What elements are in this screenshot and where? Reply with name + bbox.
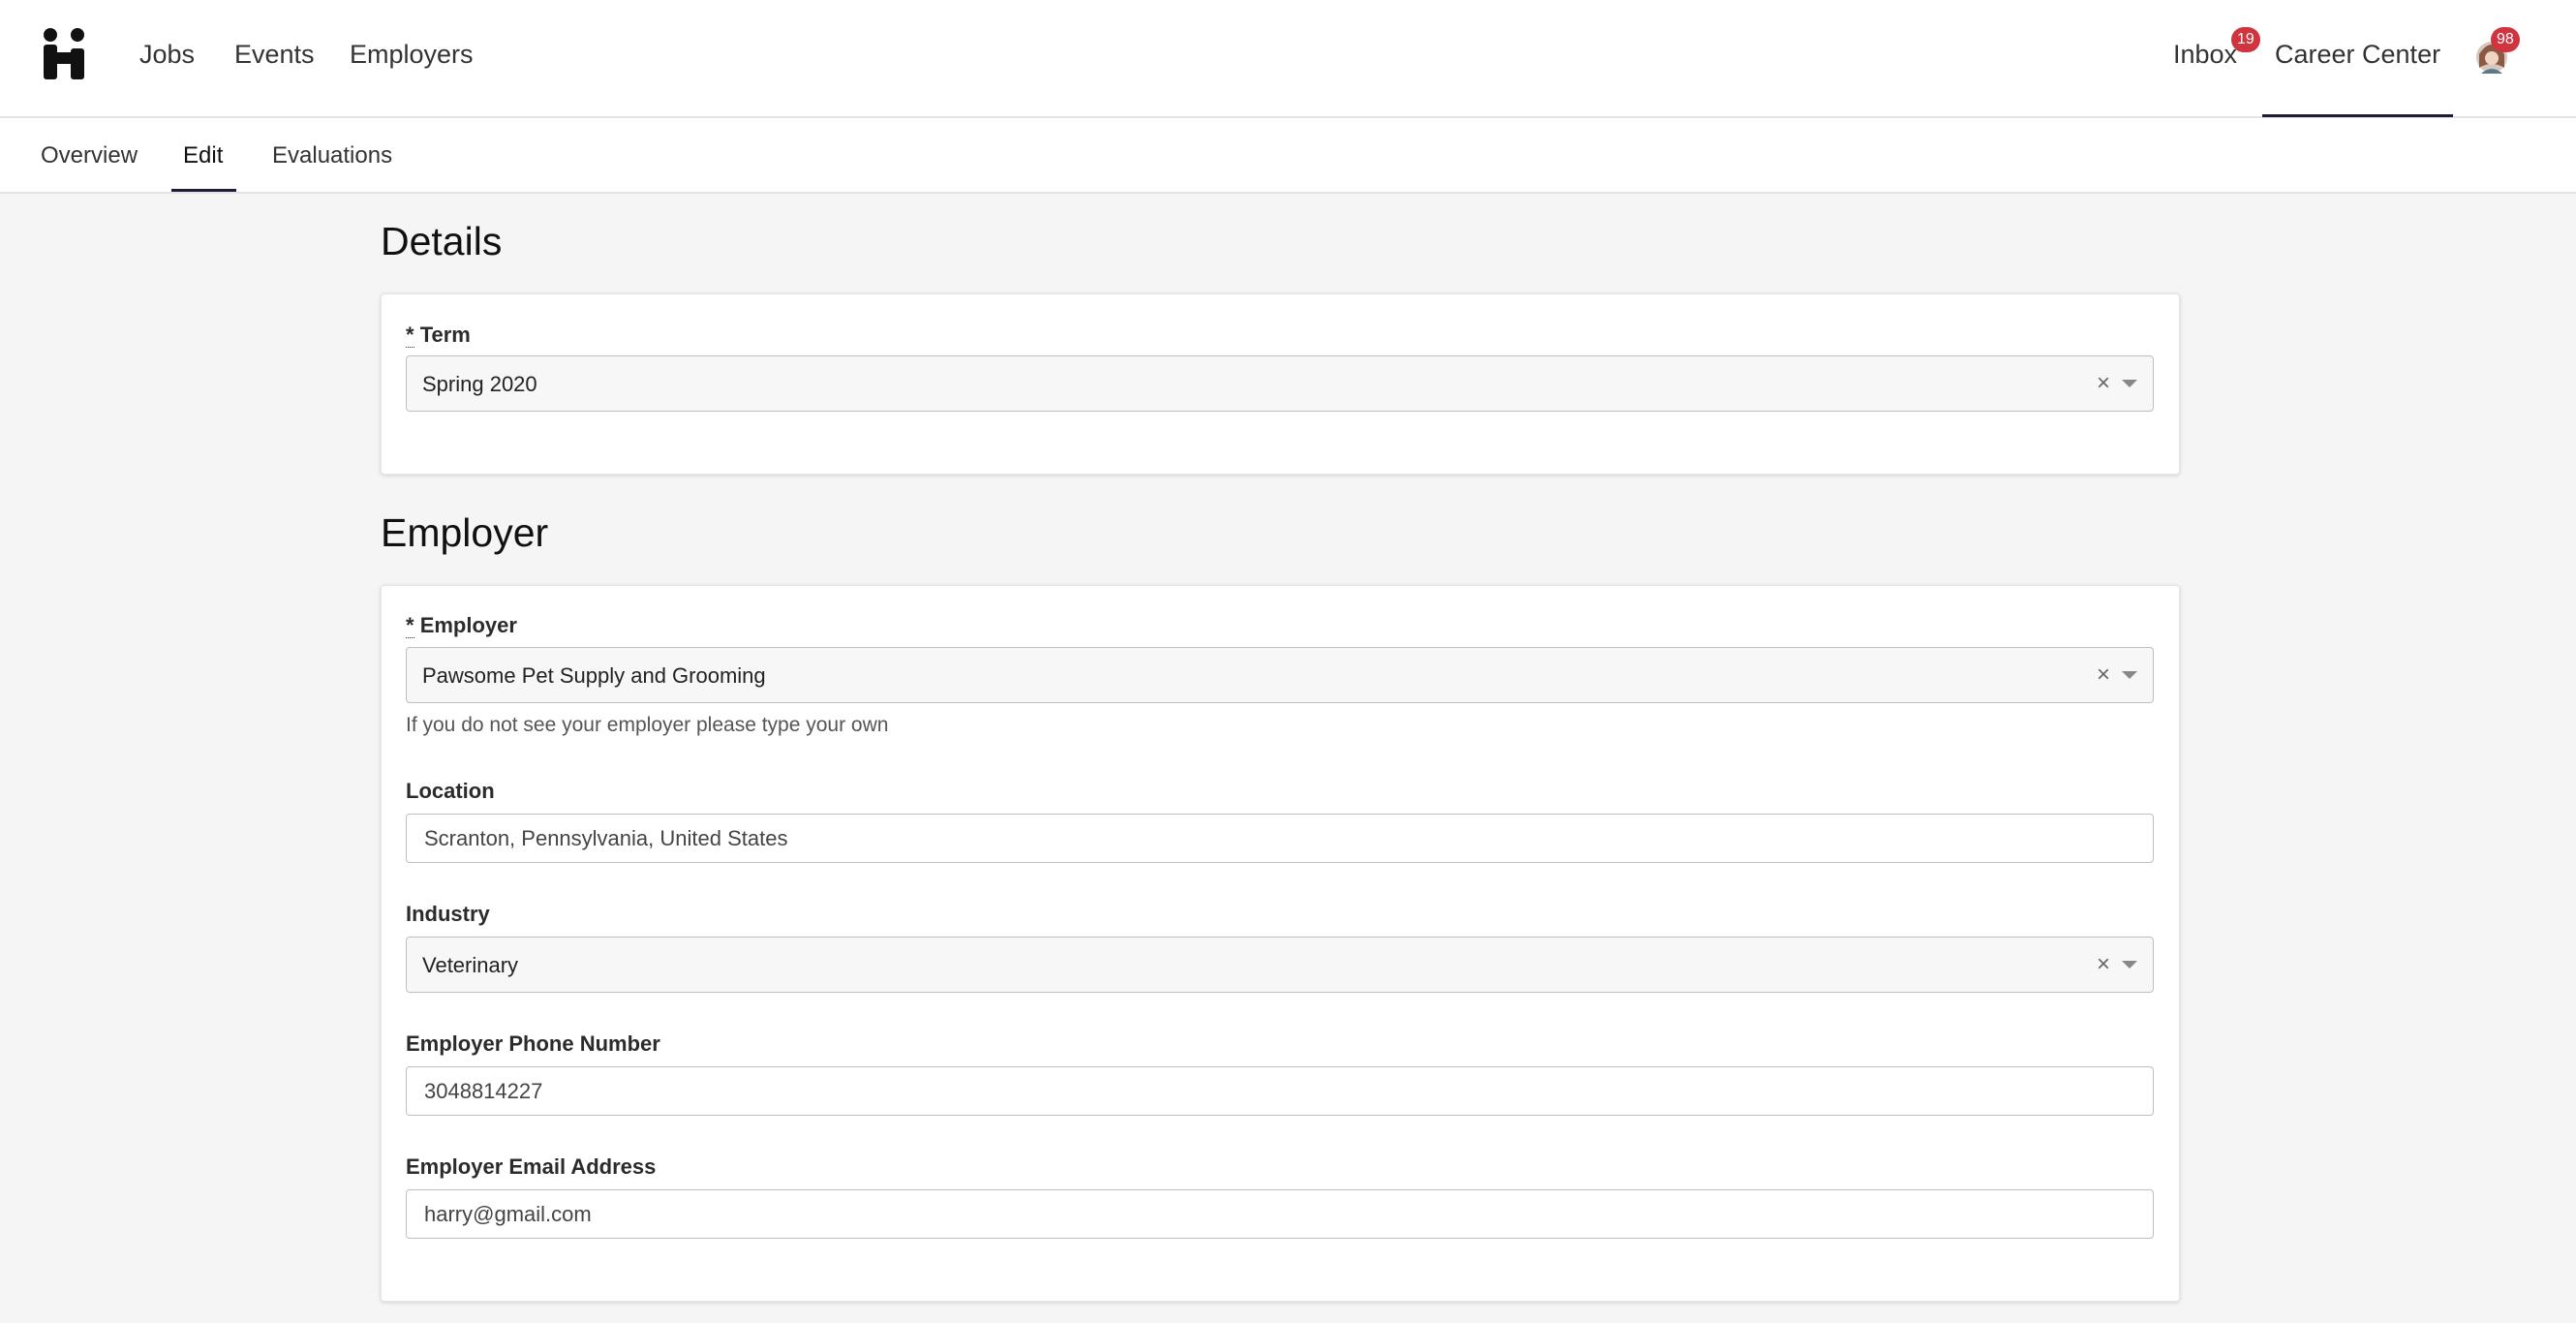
chevron-down-icon[interactable] <box>2122 961 2137 969</box>
industry-label: Industry <box>406 902 490 926</box>
employer-select[interactable]: Pawsome Pet Supply and Grooming × <box>406 647 2154 703</box>
tab-evaluations[interactable]: Evaluations <box>272 139 392 172</box>
details-heading: Details <box>381 219 503 263</box>
required-marker: * <box>406 613 414 638</box>
clear-icon[interactable]: × <box>2097 370 2110 397</box>
term-label-text: Term <box>419 323 471 347</box>
employer-label: * Employer <box>406 613 517 638</box>
inbox-count-badge: 19 <box>2231 27 2260 52</box>
employer-label-text: Employer <box>419 613 517 637</box>
nav-career-center-link[interactable]: Career Center <box>2275 37 2440 72</box>
nav-jobs-link[interactable]: Jobs <box>139 37 195 72</box>
nav-inbox-link[interactable]: Inbox <box>2173 37 2237 72</box>
nav-events-link[interactable]: Events <box>234 37 315 72</box>
avatar-notification-badge: 98 <box>2491 27 2520 52</box>
sub-nav: Overview Edit Evaluations <box>0 118 2576 194</box>
location-input[interactable] <box>406 814 2154 863</box>
employer-help-text: If you do not see your employer please t… <box>406 714 889 736</box>
details-card: * Term Spring 2020 × <box>381 293 2180 475</box>
term-label: * Term <box>406 323 471 348</box>
required-marker: * <box>406 323 414 348</box>
industry-select-value: Veterinary <box>422 953 519 977</box>
edit-tab-active-indicator <box>171 189 236 192</box>
handshake-logo-icon[interactable] <box>43 27 89 79</box>
industry-select[interactable]: Veterinary × <box>406 937 2154 993</box>
tab-overview[interactable]: Overview <box>41 139 138 172</box>
term-select-value: Spring 2020 <box>422 372 537 396</box>
employer-heading: Employer <box>381 510 549 555</box>
career-center-active-indicator <box>2262 114 2453 117</box>
term-select[interactable]: Spring 2020 × <box>406 355 2154 412</box>
email-input[interactable] <box>406 1189 2154 1239</box>
tab-edit[interactable]: Edit <box>183 139 223 172</box>
clear-icon[interactable]: × <box>2097 662 2110 689</box>
top-nav: Jobs Events Employers Inbox 19 Career Ce… <box>0 0 2576 118</box>
employer-card: * Employer Pawsome Pet Supply and Groomi… <box>381 585 2180 1302</box>
employer-select-value: Pawsome Pet Supply and Grooming <box>422 663 766 688</box>
chevron-down-icon[interactable] <box>2122 671 2137 679</box>
location-label: Location <box>406 779 495 803</box>
chevron-down-icon[interactable] <box>2122 380 2137 387</box>
email-label: Employer Email Address <box>406 1154 657 1179</box>
phone-label: Employer Phone Number <box>406 1031 660 1056</box>
phone-input[interactable] <box>406 1066 2154 1116</box>
clear-icon[interactable]: × <box>2097 951 2110 978</box>
nav-employers-link[interactable]: Employers <box>350 37 474 72</box>
